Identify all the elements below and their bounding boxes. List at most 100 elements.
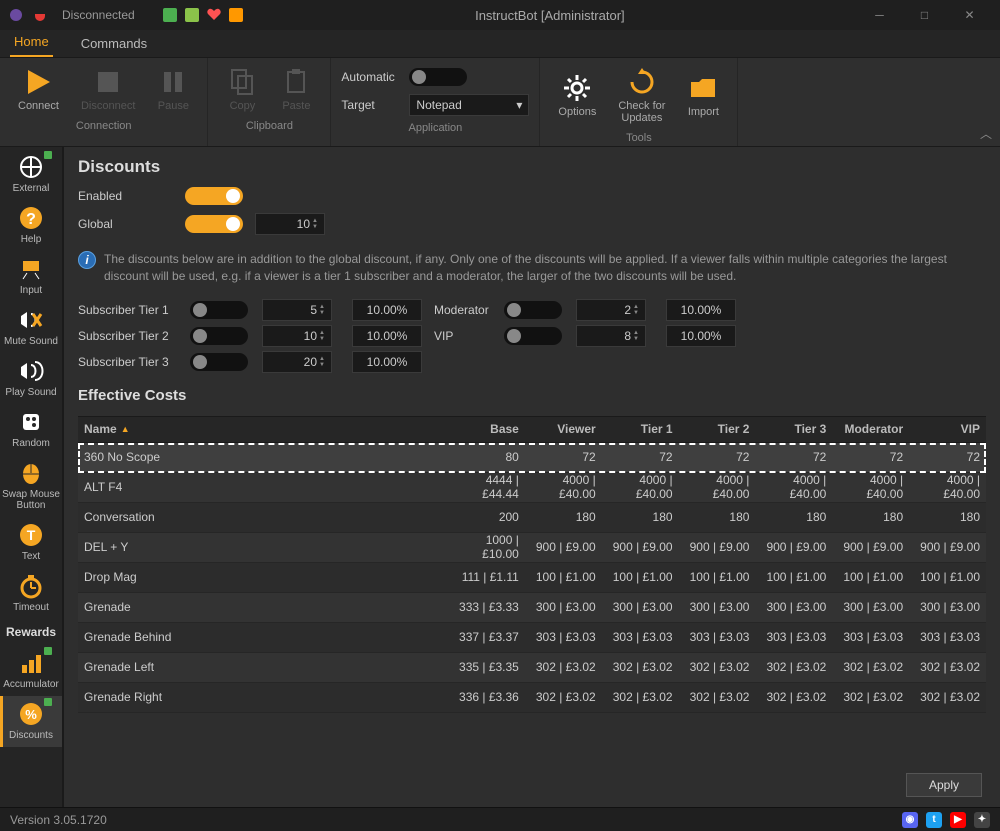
table-row[interactable]: DEL + Y1000 | £10.00900 | £9.00900 | £9.… — [78, 533, 986, 563]
table-row[interactable]: Grenade Behind337 | £3.37303 | £3.03303 … — [78, 623, 986, 653]
sidebar-item-help[interactable]: ?Help — [0, 200, 62, 251]
play-icon — [22, 66, 54, 98]
disc-value2-1[interactable]: 8▲▼ — [576, 325, 646, 347]
chevron-down-icon: ▾ — [516, 98, 522, 112]
pause-icon — [157, 66, 189, 98]
sidebar-item-external[interactable]: External — [0, 149, 62, 200]
col-tier2[interactable]: Tier 2 — [679, 422, 756, 436]
discord-icon[interactable]: ◉ — [902, 812, 918, 828]
enabled-toggle[interactable] — [185, 187, 243, 205]
disc-label-2: Subscriber Tier 3 — [78, 355, 180, 369]
ribbon-collapse-button[interactable]: ︿ — [980, 125, 992, 142]
disc-value-1[interactable]: 10▲▼ — [262, 325, 332, 347]
disc-pct-0: 10.00% — [352, 299, 422, 321]
connection-status: Disconnected — [62, 8, 135, 22]
table-row[interactable]: Grenade Left335 | £3.35302 | £3.02302 | … — [78, 653, 986, 683]
sidebar-item-text[interactable]: TText — [0, 517, 62, 568]
youtube-icon[interactable]: ▶ — [950, 812, 966, 828]
disc-toggle-2[interactable] — [190, 353, 248, 371]
automatic-label: Automatic — [341, 70, 399, 84]
paste-button[interactable]: Paste — [272, 64, 320, 114]
disc-toggle2-1[interactable] — [504, 327, 562, 345]
sidebar-icon: % — [17, 700, 45, 728]
sidebar-item-input[interactable]: Input — [0, 251, 62, 302]
disc-toggle-0[interactable] — [190, 301, 248, 319]
options-button[interactable]: Options — [550, 70, 604, 120]
group-connection-label: Connection — [76, 120, 132, 132]
tab-home[interactable]: Home — [10, 28, 53, 57]
connect-button[interactable]: Connect — [10, 64, 67, 114]
pause-button[interactable]: Pause — [149, 64, 197, 114]
close-button[interactable]: ✕ — [947, 0, 992, 30]
disc-pct-2: 10.00% — [352, 351, 422, 373]
table-row[interactable]: Drop Mag111 | £1.11100 | £1.00100 | £1.0… — [78, 563, 986, 593]
sidebar-item-accumulator[interactable]: Accumulator — [0, 645, 62, 696]
badge-icon-3 — [207, 8, 221, 22]
stop-icon — [92, 66, 124, 98]
badge-icon-4 — [229, 8, 243, 22]
disc-toggle2-0[interactable] — [504, 301, 562, 319]
sidebar-item-timeout[interactable]: Timeout — [0, 568, 62, 619]
col-base[interactable]: Base — [448, 422, 525, 436]
sidebar: External?HelpInputMute SoundPlay SoundRa… — [0, 147, 64, 807]
global-label: Global — [78, 217, 173, 231]
copy-button[interactable]: Copy — [218, 64, 266, 114]
svg-text:T: T — [27, 527, 36, 543]
costs-table: Name ▲ Base Viewer Tier 1 Tier 2 Tier 3 … — [78, 416, 986, 767]
apply-button[interactable]: Apply — [906, 773, 982, 797]
table-row[interactable]: Conversation200180180180180180180 — [78, 503, 986, 533]
plug-icon — [32, 7, 48, 23]
folder-icon — [687, 72, 719, 104]
disc-value2-0[interactable]: 2▲▼ — [576, 299, 646, 321]
extra-icon[interactable]: ✦ — [974, 812, 990, 828]
sidebar-icon — [17, 572, 45, 600]
version-text: Version 3.05.1720 — [10, 813, 107, 827]
sidebar-item-play-sound[interactable]: Play Sound — [0, 353, 62, 404]
group-application-label: Application — [408, 122, 462, 134]
table-row[interactable]: Grenade Right336 | £3.36302 | £3.02302 |… — [78, 683, 986, 713]
tab-commands[interactable]: Commands — [77, 30, 151, 57]
group-tools-label: Tools — [626, 132, 652, 144]
refresh-icon — [626, 66, 658, 98]
sidebar-icon — [17, 153, 45, 181]
sidebar-icon — [17, 357, 45, 385]
check-updates-button[interactable]: Check for Updates — [610, 64, 673, 126]
target-select[interactable]: Notepad ▾ — [409, 94, 529, 116]
sidebar-item-mute-sound[interactable]: Mute Sound — [0, 302, 62, 353]
maximize-button[interactable]: □ — [902, 0, 947, 30]
automatic-toggle[interactable] — [409, 68, 467, 86]
minimize-button[interactable]: ─ — [857, 0, 902, 30]
sidebar-item-swap-mouse-button[interactable]: Swap Mouse Button — [0, 455, 62, 517]
copy-icon — [226, 66, 258, 98]
disc-toggle-1[interactable] — [190, 327, 248, 345]
col-vip[interactable]: VIP — [909, 422, 986, 436]
disc-value-2[interactable]: 20▲▼ — [262, 351, 332, 373]
titlebar: Disconnected InstructBot [Administrator]… — [0, 0, 1000, 30]
disc-label-0: Subscriber Tier 1 — [78, 303, 180, 317]
disconnect-button[interactable]: Disconnect — [73, 64, 143, 114]
menu-tabs: Home Commands — [0, 30, 1000, 58]
svg-text:%: % — [25, 707, 37, 722]
sidebar-item-discounts[interactable]: %Discounts — [0, 696, 62, 747]
table-row[interactable]: ALT F44444 | £44.444000 | £40.004000 | £… — [78, 473, 986, 503]
global-value-input[interactable]: 10▲▼ — [255, 213, 325, 235]
col-tier3[interactable]: Tier 3 — [755, 422, 832, 436]
statusbar: Version 3.05.1720 ◉ t ▶ ✦ — [0, 807, 1000, 831]
twitter-icon[interactable]: t — [926, 812, 942, 828]
info-text: The discounts below are in addition to t… — [104, 251, 986, 285]
sidebar-item-random[interactable]: Random — [0, 404, 62, 455]
col-moderator[interactable]: Moderator — [832, 422, 909, 436]
table-row[interactable]: 360 No Scope80727272727272 — [78, 443, 986, 473]
disc-value-0[interactable]: 5▲▼ — [262, 299, 332, 321]
col-name[interactable]: Name ▲ — [78, 422, 448, 436]
disc-pct2-1: 10.00% — [666, 325, 736, 347]
col-viewer[interactable]: Viewer — [525, 422, 602, 436]
import-button[interactable]: Import — [679, 70, 727, 120]
col-tier1[interactable]: Tier 1 — [602, 422, 679, 436]
enabled-label: Enabled — [78, 189, 173, 203]
sidebar-icon — [17, 255, 45, 283]
disc-label-1: Subscriber Tier 2 — [78, 329, 180, 343]
global-toggle[interactable] — [185, 215, 243, 233]
table-row[interactable]: Grenade333 | £3.33300 | £3.00300 | £3.00… — [78, 593, 986, 623]
sidebar-icon — [17, 408, 45, 436]
